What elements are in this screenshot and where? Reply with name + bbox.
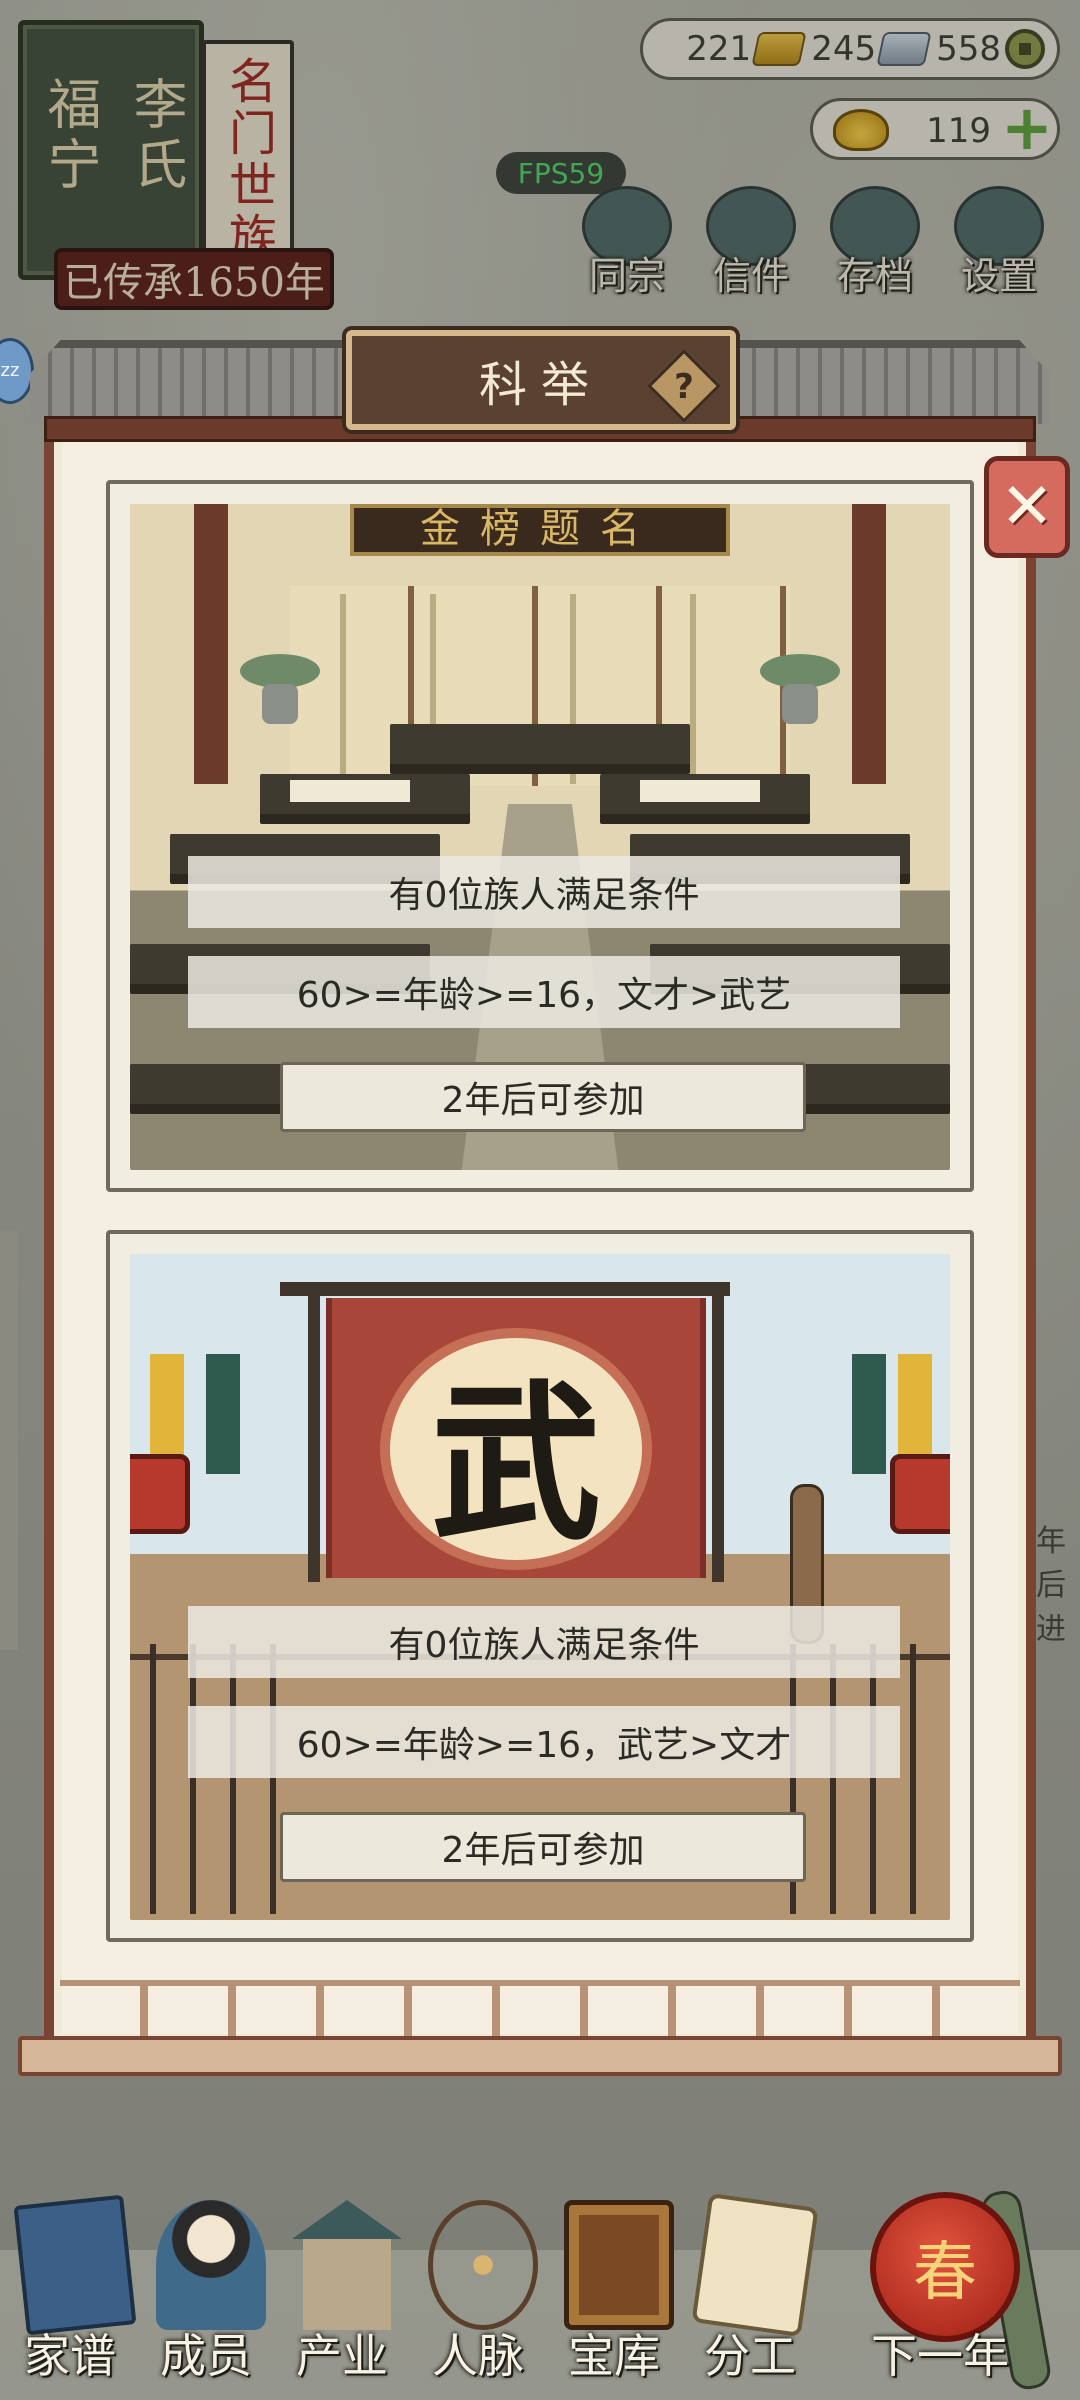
- genealogy-book-icon: [13, 2194, 137, 2336]
- scroll-icon: [691, 2192, 819, 2338]
- panel-base: [18, 2036, 1062, 2076]
- nav-industry[interactable]: 产业: [272, 2180, 412, 2400]
- spear: [190, 1644, 196, 1914]
- nav-division[interactable]: 分工: [680, 2180, 820, 2400]
- banner-frame-post: [712, 1282, 724, 1582]
- green-flag: [852, 1354, 886, 1474]
- exam-paper: [640, 780, 760, 802]
- green-flag: [206, 1354, 240, 1474]
- nav-network-label: 人脉: [432, 2329, 524, 2383]
- civil-eligible-count: 有0位族人满足条件: [188, 856, 900, 928]
- close-button[interactable]: ✕: [984, 456, 1070, 558]
- examiner-desk: [390, 724, 690, 764]
- martial-emblem: 武: [380, 1328, 652, 1570]
- spear: [150, 1644, 156, 1914]
- spear: [870, 1644, 876, 1914]
- member-portrait-icon: [156, 2200, 266, 2330]
- martial-character: 武: [430, 1364, 601, 1564]
- hall-pillar: [852, 504, 886, 784]
- left-edge-tab: [0, 1230, 18, 1650]
- hint-line-1: 年后: [1036, 1524, 1066, 1603]
- nav-treasury[interactable]: 宝库: [544, 2180, 684, 2400]
- martial-eligible-count: 有0位族人满足条件: [188, 1606, 900, 1678]
- civil-join-button[interactable]: 2年后可参加: [280, 1062, 806, 1132]
- banner-frame: [280, 1282, 730, 1296]
- martial-requirement: 60>=年龄>=16，武艺>文才: [188, 1706, 900, 1778]
- bonsai-plant: [240, 654, 320, 724]
- spear: [910, 1644, 916, 1914]
- nav-treasury-label: 宝库: [568, 2329, 660, 2383]
- war-drum: [130, 1454, 190, 1534]
- pavilion-icon: [292, 2200, 402, 2330]
- nav-genealogy[interactable]: 家谱: [0, 2180, 140, 2400]
- bamboo-stalk: [690, 594, 696, 784]
- bonsai-plant: [760, 654, 840, 724]
- hall-pillar: [194, 504, 228, 784]
- network-icon: [428, 2200, 538, 2330]
- bottom-nav: 家谱 成员 产业 人脉 宝库 分工 春 下一年: [0, 2180, 1080, 2400]
- close-icon: ✕: [1000, 470, 1054, 544]
- civil-requirement: 60>=年龄>=16，文才>武艺: [188, 956, 900, 1028]
- spear: [230, 1644, 236, 1914]
- background-hint-text: 年后 进: [1036, 1520, 1080, 1647]
- treasure-chest-icon: [564, 2200, 674, 2330]
- nav-members[interactable]: 成员: [136, 2180, 276, 2400]
- nav-members-label: 成员: [160, 2329, 252, 2383]
- martial-join-button[interactable]: 2年后可参加: [280, 1812, 806, 1882]
- nav-industry-label: 产业: [296, 2329, 388, 2383]
- spear: [830, 1644, 836, 1914]
- hint-line-2: 进: [1036, 1612, 1066, 1647]
- nav-genealogy-label: 家谱: [24, 2329, 116, 2383]
- banner-frame-post: [308, 1282, 320, 1582]
- war-drum: [890, 1454, 950, 1534]
- dialog-title: 科举: [478, 357, 603, 413]
- martial-exam-card[interactable]: 武 有0位族人满足条件 60>=年龄>=16，武艺>文才 2年后可参加: [106, 1230, 974, 1942]
- nav-division-label: 分工: [704, 2329, 796, 2383]
- help-button[interactable]: ?: [647, 349, 721, 423]
- lantern-character: 春: [913, 2236, 977, 2310]
- nav-network[interactable]: 人脉: [408, 2180, 548, 2400]
- panel-railing: [60, 1980, 1020, 2038]
- exam-signboard: 金榜题名: [350, 504, 730, 556]
- exam-paper: [290, 780, 410, 802]
- civil-exam-card[interactable]: 金榜题名 有0位族人满足条件 60>=年龄>=16，文才>武艺 2年后可参加: [106, 480, 974, 1192]
- bamboo-stalk: [340, 594, 346, 784]
- next-year-button[interactable]: 春 下一年: [850, 2180, 1054, 2400]
- dialog-title-plate: 科举 ?: [346, 330, 736, 430]
- spear: [270, 1644, 276, 1914]
- question-icon: ?: [674, 367, 694, 407]
- next-year-label: 下一年: [871, 2329, 1009, 2383]
